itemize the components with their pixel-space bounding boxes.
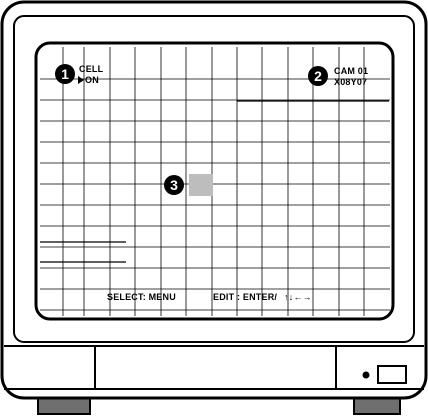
grid-size-label: X08Y07 xyxy=(334,77,368,87)
camera-label: CAM 01 xyxy=(334,66,369,76)
power-button-icon[interactable] xyxy=(377,365,407,384)
cell-label: CELL xyxy=(79,64,104,74)
marker-1: 1 xyxy=(55,64,75,84)
monitor-foot-right xyxy=(353,397,401,415)
marker-2: 2 xyxy=(308,66,328,86)
power-led-icon xyxy=(362,371,370,379)
marker-3: 3 xyxy=(164,175,184,195)
footer-select-hint: SELECT: MENU xyxy=(107,292,176,302)
selected-cell[interactable] xyxy=(189,174,213,196)
cell-value: ON xyxy=(85,75,99,85)
footer-edit-hint: EDIT : ENTER/ xyxy=(213,292,278,302)
triangle-right-icon xyxy=(78,76,84,84)
crt-monitor xyxy=(0,0,428,415)
arrow-keys-icon: ↑↓←→ xyxy=(284,292,312,302)
monitor-foot-left xyxy=(37,397,91,415)
